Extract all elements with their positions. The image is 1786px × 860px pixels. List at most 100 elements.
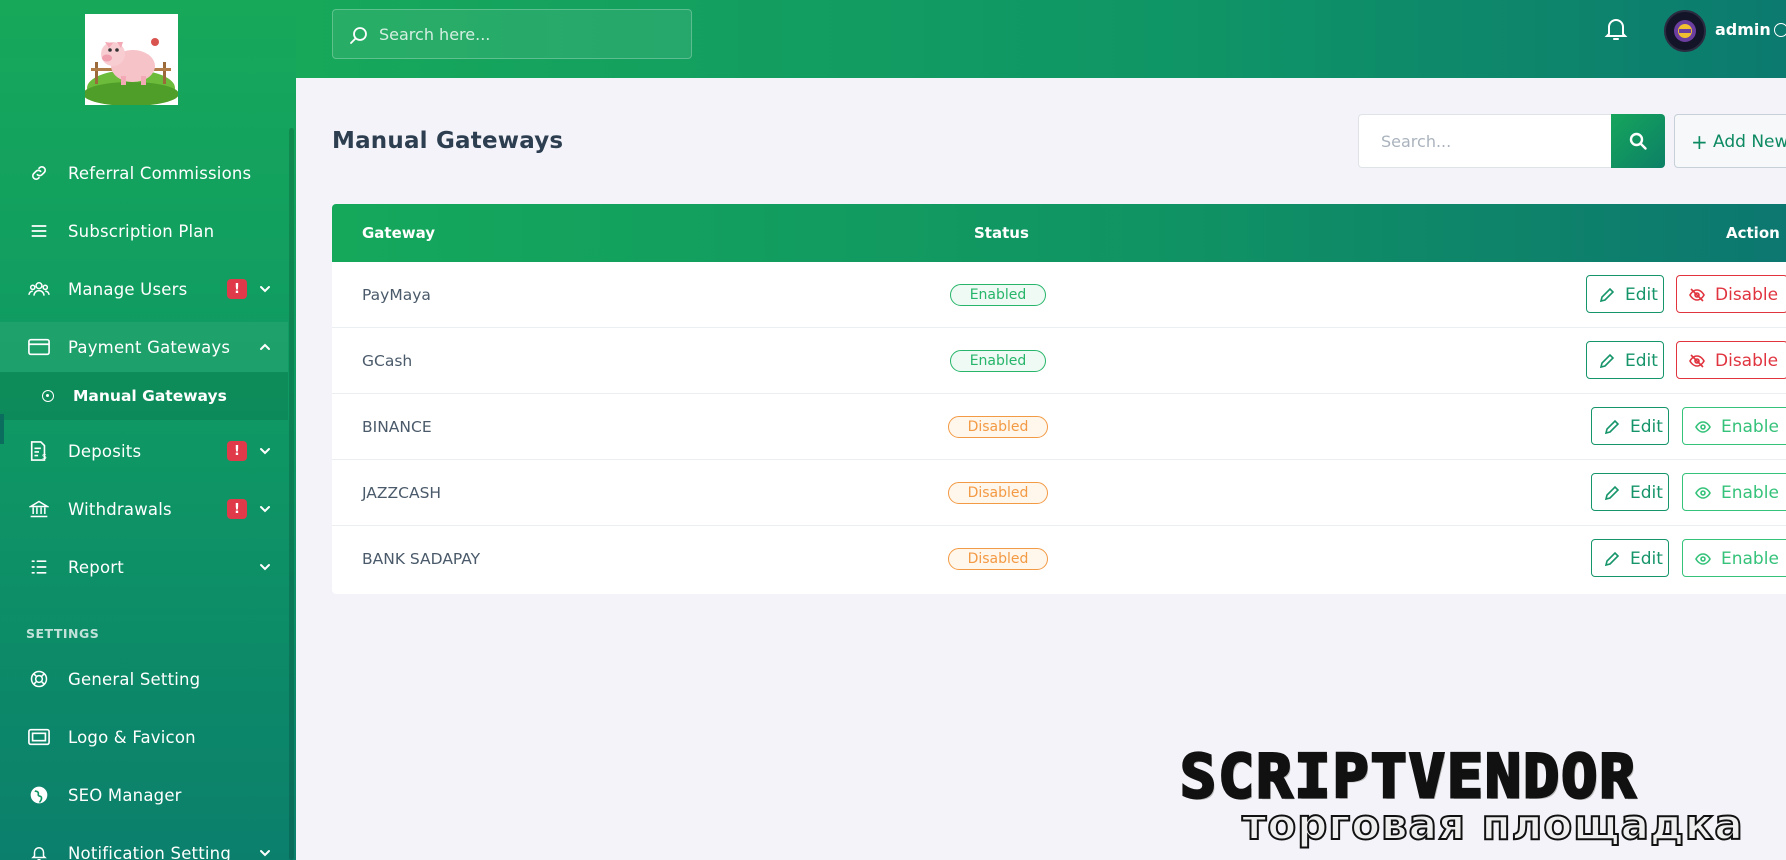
status-badge: Enabled [950, 284, 1046, 306]
column-header-action: Action [1726, 224, 1780, 242]
edit-button[interactable]: Edit [1591, 407, 1669, 445]
alert-badge: ! [227, 499, 247, 519]
pencil-icon [1604, 419, 1620, 435]
sidebar-scrollbar[interactable] [289, 128, 294, 860]
disable-button[interactable]: Disable [1676, 275, 1786, 313]
pencil-icon [1599, 287, 1615, 303]
eye-icon [1695, 553, 1711, 565]
table-row: GCash Enabled Edit Disable [332, 328, 1786, 394]
eye-slash-icon [1689, 354, 1705, 368]
pencil-icon [1599, 353, 1615, 369]
top-header: admin [296, 0, 1786, 78]
sidebar-item-report[interactable]: Report [0, 542, 288, 592]
eye-icon [1695, 421, 1711, 433]
table-row: BINANCE Disabled Edit Enable [332, 394, 1786, 460]
status-badge: Disabled [948, 416, 1048, 438]
notification-bell-icon[interactable] [1604, 16, 1628, 42]
table-search [1358, 114, 1612, 168]
column-header-status: Status [974, 224, 1029, 242]
site-logo[interactable] [85, 14, 178, 105]
user-avatar[interactable] [1664, 10, 1706, 52]
enable-button[interactable]: Enable [1682, 539, 1786, 577]
edit-label: Edit [1625, 351, 1658, 371]
chevron-down-icon [260, 850, 270, 857]
disable-label: Disable [1715, 285, 1779, 305]
edit-label: Edit [1630, 483, 1663, 503]
eye-icon [1695, 487, 1711, 499]
edit-button[interactable]: Edit [1591, 539, 1669, 577]
sidebar-item-label: Logo & Favicon [68, 727, 196, 747]
edit-label: Edit [1630, 417, 1663, 437]
enable-button[interactable]: Enable [1682, 407, 1786, 445]
table-search-button[interactable] [1611, 114, 1665, 168]
credit-card-icon [28, 336, 50, 358]
sidebar-item-label: Subscription Plan [68, 221, 215, 241]
enable-button[interactable]: Enable [1682, 473, 1786, 511]
add-new-button[interactable]: + Add New [1674, 114, 1786, 168]
sidebar-section-settings: SETTINGS [26, 626, 100, 641]
user-menu-toggle-icon[interactable] [1774, 23, 1786, 37]
sidebar-item-deposits[interactable]: $ Deposits ! [0, 426, 288, 476]
pencil-icon [1604, 485, 1620, 501]
table-row: BANK SADAPAY Disabled Edit Enable [332, 526, 1786, 592]
sidebar-item-label: Report [68, 557, 124, 577]
user-name[interactable]: admin [1715, 20, 1771, 39]
header-search-input[interactable] [379, 10, 679, 58]
alert-badge: ! [227, 441, 247, 461]
sidebar-subitem-label: Manual Gateways [73, 387, 227, 405]
chevron-down-icon [260, 286, 270, 293]
search-icon [1629, 132, 1647, 150]
gateway-name: BINANCE [362, 418, 432, 436]
sidebar-item-withdrawals[interactable]: Withdrawals ! [0, 484, 288, 534]
sidebar-item-label: General Setting [68, 669, 201, 689]
gateways-table: Gateway Status Action PayMaya Enabled Ed… [332, 204, 1786, 594]
invoice-dollar-icon: $ [28, 440, 50, 462]
sidebar-item-general-setting[interactable]: General Setting [0, 654, 288, 704]
gateway-name: BANK SADAPAY [362, 550, 481, 568]
eye-slash-icon [1689, 288, 1705, 302]
status-badge: Disabled [948, 548, 1048, 570]
bank-icon [28, 498, 50, 520]
edit-button[interactable]: Edit [1586, 275, 1664, 313]
table-search-input[interactable] [1359, 115, 1609, 167]
sidebar-item-label: Manage Users [68, 279, 188, 299]
table-row: JAZZCASH Disabled Edit Enable [332, 460, 1786, 526]
sidebar-item-manage-users[interactable]: Manage Users ! [0, 264, 288, 314]
sidebar-item-subscription-plan[interactable]: Subscription Plan [0, 206, 288, 256]
disable-button[interactable]: Disable [1676, 341, 1786, 379]
radio-dot-icon [42, 390, 54, 402]
enable-label: Enable [1721, 483, 1779, 503]
sidebar: Referral Commissions Subscription Plan M… [0, 0, 296, 860]
add-new-label: Add New [1713, 132, 1786, 152]
header-search [332, 9, 692, 59]
sidebar-item-notification-setting[interactable]: Notification Setting [0, 828, 288, 860]
gateway-name: PayMaya [362, 286, 431, 304]
enable-label: Enable [1721, 417, 1779, 437]
search-icon [350, 27, 367, 44]
sidebar-item-label: Withdrawals [68, 499, 172, 519]
watermark: SCRIPTVENDOR торговая площадка [1176, 741, 1776, 860]
alert-badge: ! [227, 279, 247, 299]
users-icon [28, 278, 50, 300]
sidebar-item-label: Referral Commissions [68, 163, 252, 183]
edit-label: Edit [1630, 549, 1663, 569]
edit-button[interactable]: Edit [1591, 473, 1669, 511]
sidebar-subitem-manual-gateways[interactable]: Manual Gateways [0, 372, 288, 420]
image-frame-icon [28, 726, 50, 748]
svg-text:$: $ [42, 451, 47, 461]
plus-icon: + [1691, 130, 1708, 154]
pencil-icon [1604, 551, 1620, 567]
enable-label: Enable [1721, 549, 1779, 569]
sidebar-item-payment-gateways[interactable]: Payment Gateways [0, 322, 288, 372]
sidebar-item-seo-manager[interactable]: SEO Manager [0, 770, 288, 820]
table-header: Gateway Status Action [332, 204, 1786, 262]
status-badge: Enabled [950, 350, 1046, 372]
sidebar-item-referral-commissions[interactable]: Referral Commissions [0, 148, 288, 198]
watermark-tagline: торговая площадка [1241, 799, 1744, 850]
edit-button[interactable]: Edit [1586, 341, 1664, 379]
chevron-up-icon [260, 343, 270, 350]
chevron-down-icon [260, 448, 270, 455]
gateway-name: GCash [362, 352, 413, 370]
page-title: Manual Gateways [332, 128, 564, 154]
sidebar-item-logo-favicon[interactable]: Logo & Favicon [0, 712, 288, 762]
